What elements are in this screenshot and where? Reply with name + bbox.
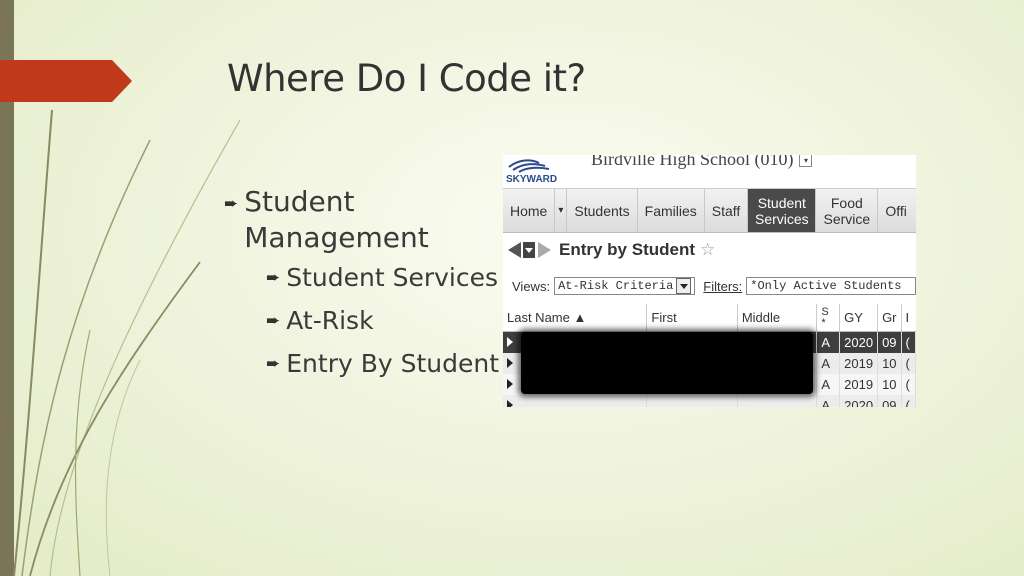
nav-food-service[interactable]: Food Service [816,189,879,232]
redaction-box [521,332,813,394]
sub-bullet-at-risk: ➨ At-Risk [266,299,499,342]
cell-first [646,395,738,407]
expand-triangle-icon[interactable] [507,337,513,347]
cell-status: A [816,374,841,395]
history-dropdown-icon[interactable] [523,242,535,258]
sub-bullet-label: Entry By Student [286,349,500,378]
col-i[interactable]: I [901,304,916,332]
school-name[interactable]: Birdville High School (010) ▾ [591,155,813,170]
nav-students[interactable]: Students [567,189,638,232]
filters-link[interactable]: Filters: [703,279,742,294]
bullet-list: ➨ Student Management ➨ Student Services … [224,184,499,385]
nav-families[interactable]: Families [638,189,705,232]
bullet-arrow-icon: ➨ [266,311,281,331]
breadcrumb: Entry by Student ☆ [503,235,916,265]
filters-select[interactable]: *Only Active Students [746,277,916,295]
cell-gy: 2019 [839,374,879,395]
col-middle[interactable]: Middle [737,304,818,332]
col-gr[interactable]: Gr [877,304,902,332]
bullet-arrow-icon: ➨ [224,194,239,214]
cell-gr: 09 [877,331,902,353]
bullet-student-management: ➨ Student Management [224,184,499,256]
cell-middle [737,395,818,407]
bullet-arrow-icon: ➨ [266,354,281,374]
sub-bullet-student-services: ➨ Student Services [266,256,499,299]
slide-title: Where Do I Code it? [227,57,586,100]
forward-arrow-icon[interactable] [538,242,551,258]
table-header: Last Name ▲ First Middle S * GY Gr I [503,304,916,332]
chevron-down-icon[interactable] [676,278,692,294]
expand-triangle-icon[interactable] [507,379,513,389]
views-select-value: At-Risk Criteria [558,279,674,293]
nav-staff[interactable]: Staff [705,189,749,232]
sub-bullet-entry-by-student: ➨ Entry By Student [266,342,499,385]
cell-gy: 2020 [839,395,879,407]
col-status[interactable]: S * [816,304,841,332]
top-nav: Home ▾ Students Families Staff Student S… [503,188,916,233]
row-expander [503,395,648,407]
skyward-logo-icon: SKYWARD [506,159,557,183]
cell-i: ( [901,353,916,374]
page-title: Entry by Student [559,240,696,259]
sub-bullet-label: Student Services [286,263,499,292]
title-accent-arrow [0,60,132,102]
school-name-text: Birdville High School (010) [591,155,794,169]
cell-gy: 2019 [839,353,879,374]
cell-gr: 09 [877,395,902,407]
cell-status: A [816,395,841,407]
nav-office[interactable]: Offi [878,189,914,232]
expand-triangle-icon[interactable] [507,358,513,368]
col-gy[interactable]: GY [839,304,879,332]
expand-triangle-icon[interactable] [507,400,513,407]
school-menu-button[interactable]: ▾ [799,155,813,168]
views-filter-bar: Views: At-Risk Criteria Filters: *Only A… [503,273,916,299]
bullet-line-1: Student [244,185,355,218]
bullet-arrow-icon: ➨ [266,268,281,288]
favorite-star-icon[interactable]: ☆ [700,240,715,260]
cell-gr: 10 [877,353,902,374]
nav-home-dropdown-icon[interactable]: ▾ [555,189,568,232]
sub-bullet-label: At-Risk [286,306,374,335]
filters-select-value: *Only Active Students [750,279,902,293]
skyward-screenshot: SKYWARD Birdville High School (010) ▾ Hom… [503,155,916,407]
views-select[interactable]: At-Risk Criteria [554,277,696,295]
cell-i: ( [901,374,916,395]
bullet-line-2: Management [244,221,429,254]
cell-gr: 10 [877,374,902,395]
col-first[interactable]: First [646,304,738,332]
bullet-label: Student Management [244,184,428,256]
cell-i: ( [901,331,916,353]
nav-student-services[interactable]: Student Services [748,189,817,232]
cell-i: ( [901,395,916,407]
views-label: Views: [512,278,551,294]
table-row[interactable]: A 2020 09 ( [503,395,916,407]
cell-status: A [816,353,841,374]
cell-status: A [816,331,841,353]
nav-home[interactable]: Home [503,189,556,232]
back-arrow-icon[interactable] [508,242,521,258]
svg-text:SKYWARD: SKYWARD [506,174,557,183]
cell-gy: 2020 [839,331,879,353]
col-last-name[interactable]: Last Name ▲ [503,304,648,332]
